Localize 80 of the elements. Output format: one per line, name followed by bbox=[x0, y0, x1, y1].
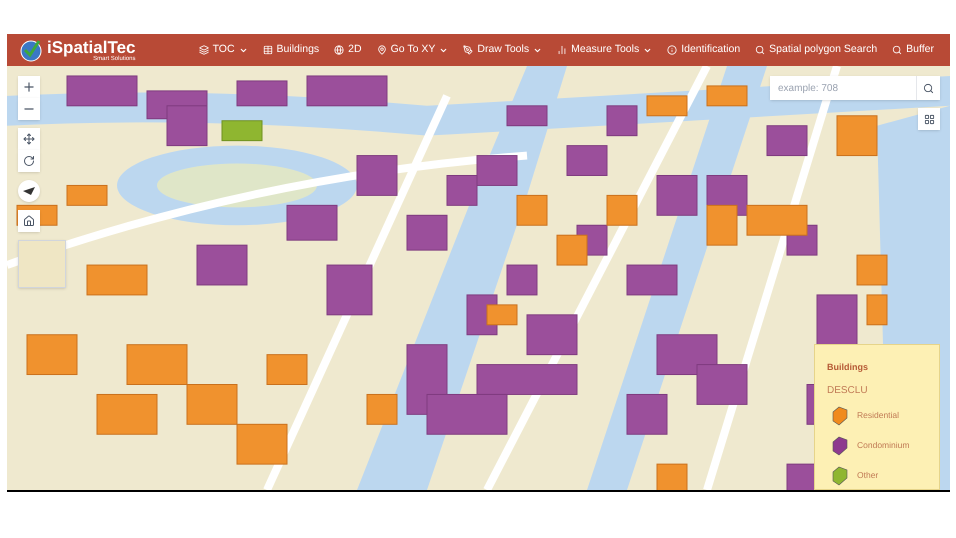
building bbox=[706, 204, 738, 246]
building bbox=[286, 204, 338, 241]
pan-button[interactable] bbox=[18, 128, 40, 150]
building bbox=[66, 184, 108, 206]
building bbox=[706, 85, 748, 106]
building bbox=[696, 364, 748, 405]
legend-label: Other bbox=[857, 469, 878, 482]
grid-button[interactable] bbox=[918, 108, 940, 130]
nav-link[interactable]: Buildings bbox=[262, 42, 320, 58]
nav-link[interactable]: Measure Tools bbox=[557, 42, 652, 58]
building bbox=[606, 194, 638, 226]
building bbox=[326, 264, 372, 316]
zoom-in-button[interactable] bbox=[18, 76, 40, 98]
legend-label: Residential bbox=[857, 409, 900, 422]
home-icon bbox=[23, 215, 35, 227]
building bbox=[626, 264, 678, 296]
compass-icon bbox=[22, 186, 36, 196]
building bbox=[186, 384, 238, 425]
nav-link[interactable]: TOC bbox=[198, 42, 248, 58]
search-field[interactable]: example: 708 bbox=[770, 76, 916, 100]
building bbox=[126, 344, 188, 385]
building bbox=[96, 394, 158, 435]
pen-icon bbox=[463, 45, 474, 55]
building bbox=[406, 214, 448, 251]
building bbox=[356, 155, 398, 196]
building bbox=[566, 145, 608, 176]
move-icon bbox=[23, 133, 35, 145]
search-icon bbox=[892, 45, 902, 55]
nav-link[interactable]: Identification bbox=[667, 42, 740, 58]
grid-icon bbox=[924, 114, 934, 124]
building bbox=[626, 394, 668, 435]
building bbox=[266, 354, 308, 385]
building bbox=[446, 174, 478, 206]
building bbox=[646, 95, 688, 116]
building bbox=[222, 120, 262, 142]
home-button[interactable] bbox=[18, 210, 40, 232]
search-icon bbox=[755, 45, 766, 55]
building bbox=[86, 264, 148, 296]
building bbox=[236, 424, 288, 465]
building bbox=[66, 75, 138, 106]
building bbox=[656, 464, 688, 490]
building bbox=[236, 80, 288, 106]
rotate-button[interactable] bbox=[18, 150, 40, 172]
legend-field: DESCLU bbox=[827, 382, 927, 398]
basemap-thumbnail[interactable] bbox=[18, 240, 66, 288]
building bbox=[366, 394, 398, 425]
legend-label: Condominium bbox=[857, 439, 910, 452]
legend-title: Buildings bbox=[827, 361, 869, 374]
building bbox=[836, 115, 878, 156]
globe-check-logo-icon bbox=[19, 38, 43, 62]
nav-link[interactable]: 2D bbox=[334, 42, 362, 58]
building bbox=[766, 125, 808, 156]
building bbox=[656, 334, 718, 376]
building bbox=[656, 174, 698, 216]
building bbox=[196, 244, 248, 286]
table-icon bbox=[262, 45, 273, 55]
nav-link[interactable]: Buffer bbox=[892, 42, 934, 58]
building bbox=[606, 105, 638, 136]
pin-icon bbox=[376, 45, 387, 55]
building bbox=[506, 105, 548, 126]
building bbox=[516, 194, 548, 226]
brand-name: iSpatialTec bbox=[47, 38, 136, 56]
search-icon bbox=[923, 82, 934, 94]
building bbox=[866, 294, 888, 326]
layers-icon bbox=[198, 45, 209, 55]
plus-icon bbox=[22, 80, 36, 94]
nav-link[interactable]: Draw Tools bbox=[463, 42, 542, 58]
globe-icon bbox=[334, 45, 344, 55]
building bbox=[556, 234, 588, 266]
nav-link[interactable]: Spatial polygon Search bbox=[755, 42, 878, 58]
rotate-icon bbox=[23, 155, 35, 167]
nav-link[interactable]: Go To XY bbox=[376, 42, 448, 58]
chart-icon bbox=[557, 45, 568, 55]
building bbox=[526, 314, 578, 356]
info-icon bbox=[667, 45, 678, 55]
search-button[interactable] bbox=[916, 76, 940, 100]
building bbox=[506, 264, 538, 296]
building bbox=[26, 334, 78, 376]
building bbox=[476, 155, 518, 186]
building bbox=[856, 254, 888, 286]
